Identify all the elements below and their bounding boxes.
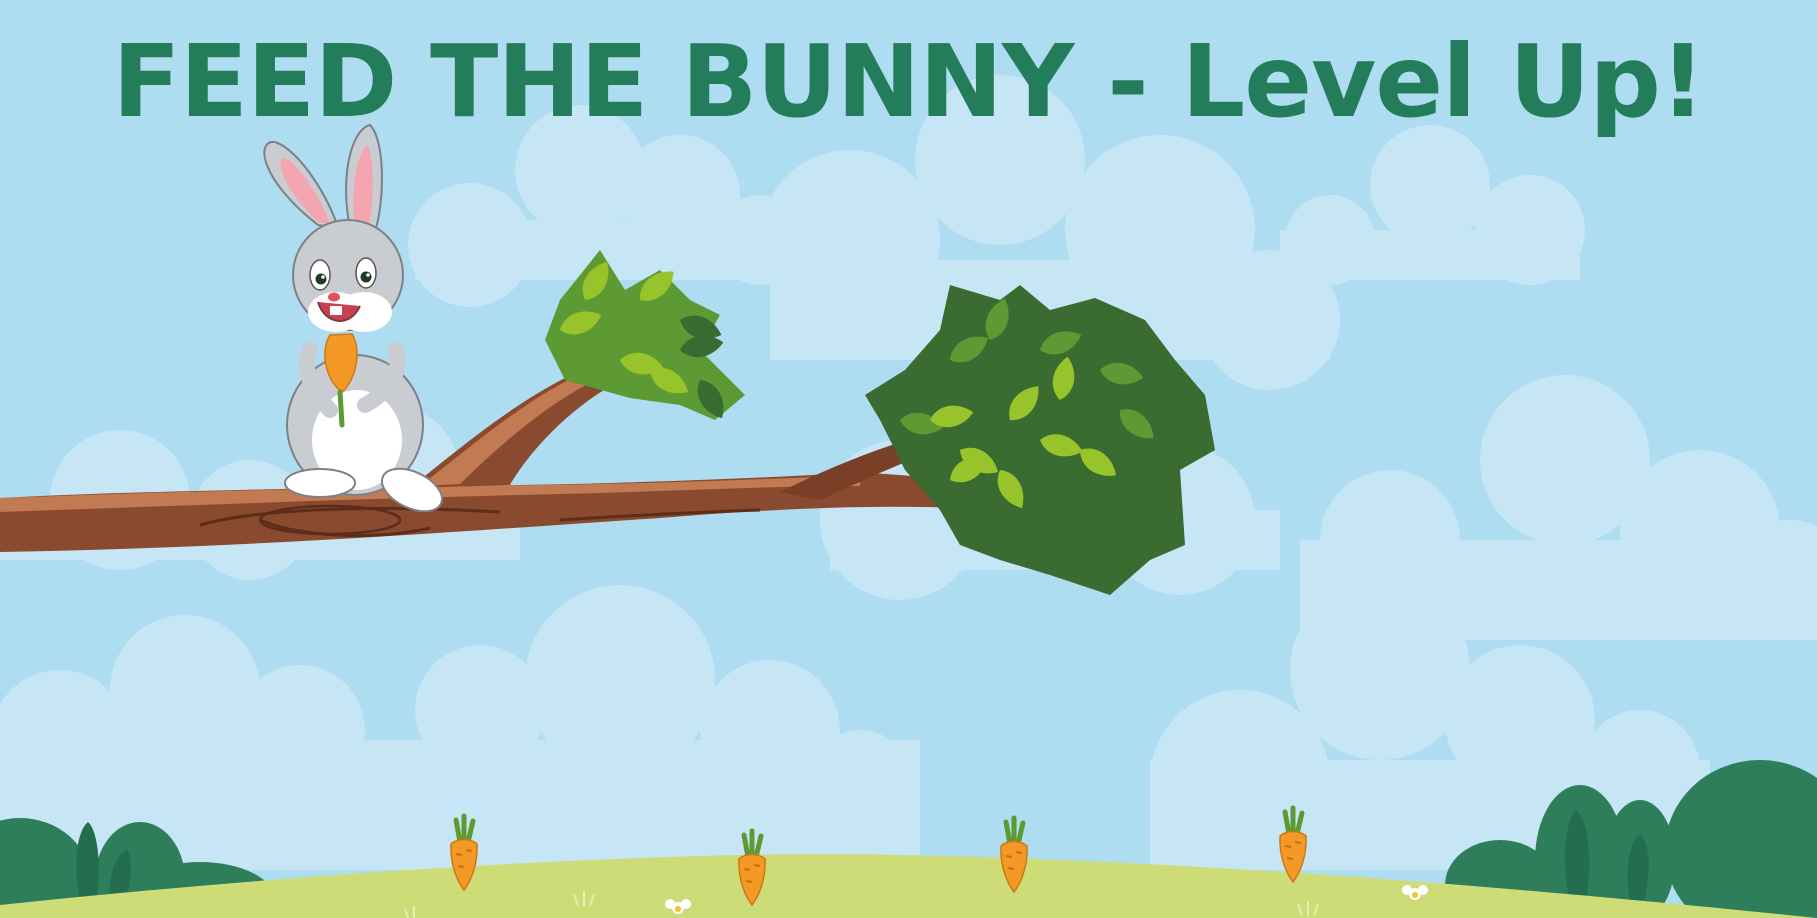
game-title: FEED THE BUNNY - Level Up!	[112, 23, 1705, 140]
game-stage: FEED THE BUNNY - Level Up!	[0, 0, 1817, 918]
